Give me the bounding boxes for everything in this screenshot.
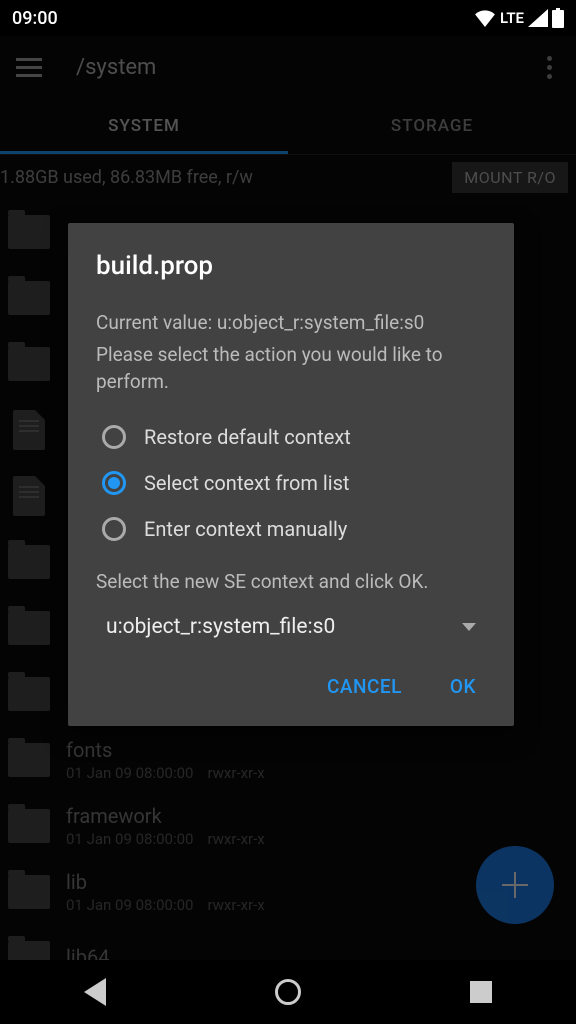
dropdown-value: u:object_r:system_file:s0 xyxy=(106,615,335,639)
dialog-title: build.prop xyxy=(96,251,486,281)
radio-icon xyxy=(102,425,126,449)
status-icons: LTE xyxy=(474,8,564,28)
dialog-instruction: Please select the action you would like … xyxy=(96,341,486,396)
navigation-bar xyxy=(0,960,576,1024)
cancel-button[interactable]: CANCEL xyxy=(321,667,408,706)
chevron-down-icon xyxy=(462,623,476,631)
dialog-actions: CANCEL OK xyxy=(96,659,486,710)
back-button[interactable] xyxy=(84,978,106,1006)
radio-icon xyxy=(102,471,126,495)
radio-option[interactable]: Restore default context xyxy=(102,414,486,460)
battery-icon xyxy=(552,8,564,28)
radio-label: Select context from list xyxy=(144,471,349,495)
context-dropdown[interactable]: u:object_r:system_file:s0 xyxy=(96,607,486,647)
radio-label: Restore default context xyxy=(144,425,351,449)
status-time: 09:00 xyxy=(12,8,58,29)
recent-button[interactable] xyxy=(470,981,492,1003)
radio-group: Restore default context Select context fr… xyxy=(102,414,486,552)
status-bar: 09:00 LTE xyxy=(0,0,576,36)
selinux-dialog: build.prop Current value: u:object_r:sys… xyxy=(68,223,514,726)
select-hint: Select the new SE context and click OK. xyxy=(96,570,486,593)
radio-option[interactable]: Select context from list xyxy=(102,460,486,506)
dialog-current-value: Current value: u:object_r:system_file:s0 xyxy=(96,309,486,337)
radio-label: Enter context manually xyxy=(144,517,347,541)
add-fab[interactable] xyxy=(476,846,554,924)
signal-icon xyxy=(528,9,548,27)
home-button[interactable] xyxy=(275,979,301,1005)
radio-option[interactable]: Enter context manually xyxy=(102,506,486,552)
network-type: LTE xyxy=(500,9,524,27)
wifi-icon xyxy=(474,9,496,27)
radio-icon xyxy=(102,517,126,541)
ok-button[interactable]: OK xyxy=(444,667,482,706)
